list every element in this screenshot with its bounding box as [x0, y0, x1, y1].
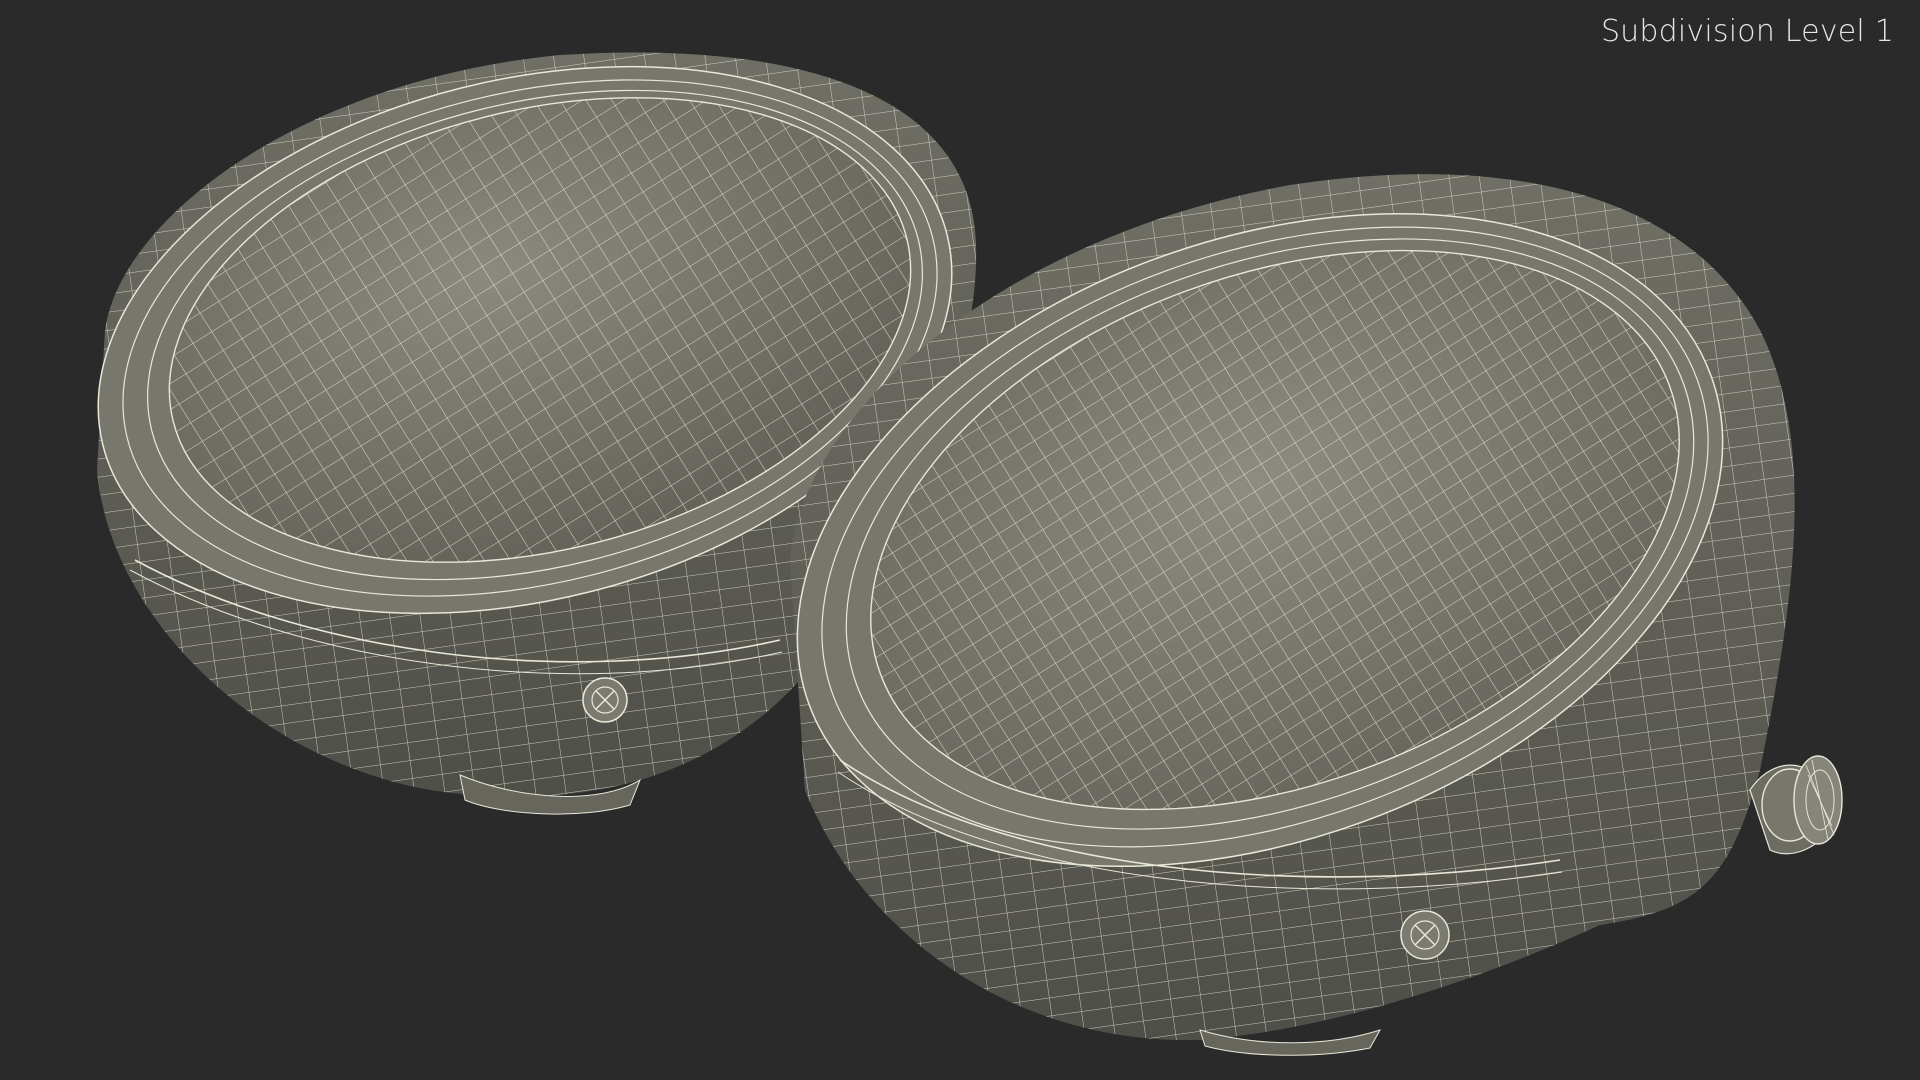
3d-viewport[interactable]: Subdivision Level 1: [0, 0, 1920, 1080]
right-mount-screw: [1400, 910, 1450, 960]
left-mount-screw: [582, 677, 628, 723]
viewport-render: [97, 52, 1843, 1056]
subdivision-level-label: Subdivision Level 1: [1600, 14, 1894, 49]
adjuster-knob: [1749, 755, 1843, 855]
